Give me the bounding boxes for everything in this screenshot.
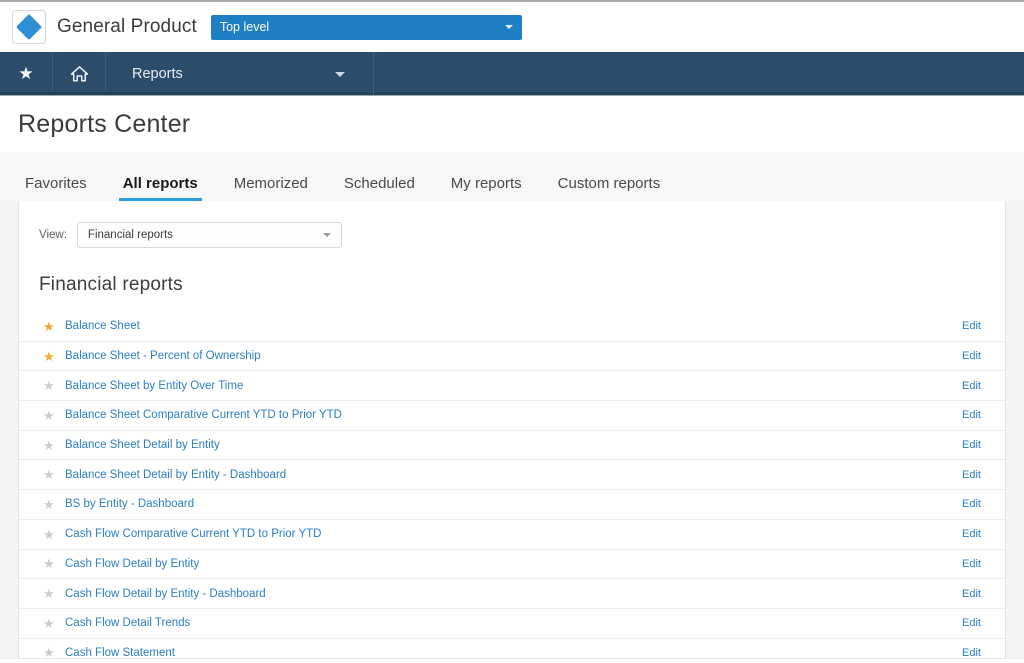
chevron-down-icon [505, 25, 513, 29]
edit-link[interactable]: Edit [962, 469, 983, 481]
favorite-star-icon-empty[interactable]: ★ [41, 498, 65, 511]
edit-link[interactable]: Edit [962, 380, 983, 392]
report-name-link[interactable]: BS by Entity - Dashboard [65, 498, 962, 510]
report-name-link[interactable]: Cash Flow Detail by Entity [65, 558, 962, 570]
favorite-star-icon-filled[interactable]: ★ [41, 350, 65, 363]
favorite-star-icon-empty[interactable]: ★ [41, 528, 65, 541]
edit-link[interactable]: Edit [962, 558, 983, 570]
report-name-link[interactable]: Balance Sheet Detail by Entity [65, 439, 962, 451]
report-name-link[interactable]: Balance Sheet Detail by Entity - Dashboa… [65, 469, 962, 481]
tab-all-reports[interactable]: All reports [123, 175, 198, 201]
scope-selector-value: Top level [220, 20, 269, 34]
edit-link[interactable]: Edit [962, 350, 983, 362]
tab-scheduled-label: Scheduled [344, 175, 415, 192]
nav-home-button[interactable] [53, 52, 106, 95]
report-name-link[interactable]: Cash Flow Statement [65, 647, 962, 659]
favorite-star-icon-empty[interactable]: ★ [41, 557, 65, 570]
tab-custom-reports[interactable]: Custom reports [558, 175, 661, 201]
section-title: Financial reports [39, 274, 1005, 296]
report-name-link[interactable]: Balance Sheet by Entity Over Time [65, 380, 962, 392]
report-name-link[interactable]: Balance Sheet - Percent of Ownership [65, 350, 962, 362]
report-name-link[interactable]: Cash Flow Detail Trends [65, 617, 962, 629]
diamond-logo-icon [12, 10, 46, 44]
tab-scheduled[interactable]: Scheduled [344, 175, 415, 201]
tab-my-reports-label: My reports [451, 175, 522, 192]
chevron-down-icon [323, 233, 331, 237]
nav-menu-reports-label: Reports [132, 66, 183, 82]
favorite-star-icon-empty[interactable]: ★ [41, 468, 65, 481]
tab-my-reports[interactable]: My reports [451, 175, 522, 201]
report-name-link[interactable]: Balance Sheet [65, 320, 962, 332]
tab-favorites-label: Favorites [25, 175, 87, 192]
view-filter-value: Financial reports [88, 229, 173, 241]
logo-diamond-shape [16, 14, 42, 40]
tab-all-reports-label: All reports [123, 175, 198, 192]
table-row: ★Cash Flow StatementEdit [19, 639, 1005, 659]
table-row: ★Balance Sheet by Entity Over TimeEdit [19, 371, 1005, 401]
report-name-link[interactable]: Cash Flow Comparative Current YTD to Pri… [65, 528, 962, 540]
edit-link[interactable]: Edit [962, 439, 983, 451]
favorite-star-icon-empty[interactable]: ★ [41, 587, 65, 600]
table-row: ★Balance Sheet Detail by Entity - Dashbo… [19, 460, 1005, 490]
favorite-star-icon-empty[interactable]: ★ [41, 646, 65, 659]
edit-link[interactable]: Edit [962, 498, 983, 510]
tab-memorized-label: Memorized [234, 175, 308, 192]
tab-memorized[interactable]: Memorized [234, 175, 308, 201]
favorite-star-icon-empty[interactable]: ★ [41, 617, 65, 630]
table-row: ★Cash Flow Detail by Entity - DashboardE… [19, 579, 1005, 609]
tab-custom-reports-label: Custom reports [558, 175, 661, 192]
star-icon: ★ [18, 65, 33, 82]
report-name-link[interactable]: Cash Flow Detail by Entity - Dashboard [65, 588, 962, 600]
view-filter-row: View: Financial reports [19, 201, 1005, 248]
table-row: ★Balance Sheet - Percent of OwnershipEdi… [19, 342, 1005, 372]
edit-link[interactable]: Edit [962, 617, 983, 629]
table-row: ★Cash Flow Detail by EntityEdit [19, 550, 1005, 580]
nav-menu-reports[interactable]: Reports [106, 52, 374, 95]
page-header: Reports Center [0, 96, 1024, 152]
favorite-star-icon-empty[interactable]: ★ [41, 439, 65, 452]
chevron-down-icon [335, 72, 345, 77]
main-navigation-bar: ★ Reports [0, 52, 1024, 96]
table-row: ★BS by Entity - DashboardEdit [19, 490, 1005, 520]
favorite-star-icon-empty[interactable]: ★ [41, 379, 65, 392]
table-row: ★Balance SheetEdit [19, 312, 1005, 342]
table-row: ★Balance Sheet Comparative Current YTD t… [19, 401, 1005, 431]
view-filter-select[interactable]: Financial reports [77, 222, 342, 248]
tab-favorites[interactable]: Favorites [25, 175, 87, 201]
table-row: ★Cash Flow Detail TrendsEdit [19, 609, 1005, 639]
brand-name: General Product [57, 16, 197, 38]
edit-link[interactable]: Edit [962, 647, 983, 659]
table-row: ★Balance Sheet Detail by EntityEdit [19, 431, 1005, 461]
edit-link[interactable]: Edit [962, 320, 983, 332]
edit-link[interactable]: Edit [962, 588, 983, 600]
home-icon [70, 65, 89, 83]
page-title: Reports Center [18, 110, 190, 139]
reports-card: View: Financial reports Financial report… [18, 201, 1006, 659]
favorite-star-icon-empty[interactable]: ★ [41, 409, 65, 422]
scope-selector[interactable]: Top level [211, 15, 522, 40]
view-filter-label: View: [39, 229, 67, 241]
nav-favorites-button[interactable]: ★ [0, 52, 53, 95]
table-row: ★Cash Flow Comparative Current YTD to Pr… [19, 520, 1005, 550]
report-name-link[interactable]: Balance Sheet Comparative Current YTD to… [65, 409, 962, 421]
favorite-star-icon-filled[interactable]: ★ [41, 320, 65, 333]
edit-link[interactable]: Edit [962, 409, 983, 421]
nav-spacer [374, 52, 1024, 95]
tab-bar: Favorites All reports Memorized Schedule… [0, 152, 1024, 201]
brand-bar: General Product Top level [0, 0, 1024, 52]
page-body: View: Financial reports Financial report… [0, 201, 1024, 659]
edit-link[interactable]: Edit [962, 528, 983, 540]
report-list: ★Balance SheetEdit★Balance Sheet - Perce… [19, 312, 1005, 659]
